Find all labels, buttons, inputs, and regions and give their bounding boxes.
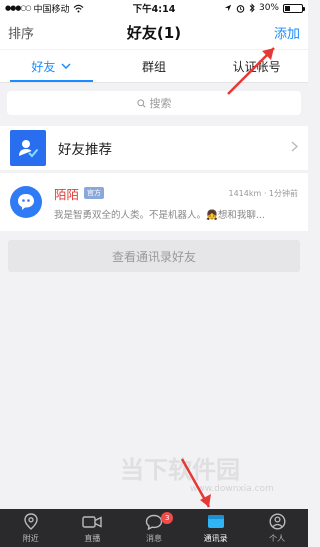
search-area: 搜索	[0, 84, 308, 122]
status-bar: ●●●○○ 中国移动 下午4:14 30%	[0, 0, 308, 16]
status-left: ●●●○○ 中国移动	[5, 2, 224, 15]
alarm-icon	[236, 4, 245, 13]
friend-recommend-icon	[10, 130, 46, 166]
tab-friends[interactable]: 好友	[0, 50, 103, 82]
friend-recommend-label: 好友推荐	[58, 142, 112, 158]
bluetooth-icon	[249, 3, 255, 13]
watermark-logo: 当下软件园	[120, 456, 240, 484]
official-badge: 官方	[84, 187, 105, 199]
contact-name: 陌陌	[54, 186, 80, 202]
bottom-tab-nearby[interactable]: 附近	[0, 509, 62, 547]
bottom-tab-messages[interactable]: 3 消息	[123, 509, 185, 547]
location-pin-icon	[24, 513, 38, 531]
contact-row[interactable]: 陌陌 官方 1414km · 1分钟前 我是智勇双全的人类。不是机器人。👧想和我…	[0, 173, 308, 231]
bottom-tab-live-label: 直播	[84, 533, 101, 543]
tab-bar: 好友 群组 认证帐号	[0, 50, 308, 83]
tab-verified-label: 认证帐号	[232, 59, 281, 74]
bottom-tab-nearby-label: 附近	[22, 533, 39, 543]
search-placeholder: 搜索	[149, 97, 172, 110]
view-address-book-button[interactable]: 查看通讯录好友	[8, 240, 300, 272]
page-title: 好友(1)	[126, 24, 182, 42]
watermark-url: www.downxia.com	[190, 484, 274, 494]
tab-groups-label: 群组	[142, 59, 167, 74]
search-icon	[136, 98, 146, 108]
tab-verified-accounts[interactable]: 认证帐号	[205, 50, 308, 82]
sort-button[interactable]: 排序	[8, 23, 34, 42]
add-button[interactable]: 添加	[274, 23, 300, 42]
battery-fill	[285, 5, 290, 11]
signal-icon: ●●●○○	[5, 4, 32, 12]
bottom-tab-bar: 附近 直播 3 消息 通讯录 个人	[0, 509, 308, 547]
bottom-tab-profile[interactable]: 个人	[246, 509, 308, 547]
bottom-tab-contacts[interactable]: 通讯录	[185, 509, 247, 547]
chevron-right-icon	[291, 140, 299, 156]
tab-friends-label: 好友	[31, 59, 56, 74]
contact-meta: 1414km · 1分钟前	[228, 188, 298, 198]
video-camera-icon	[82, 513, 103, 531]
bottom-tab-contacts-label: 通讯录	[203, 533, 228, 543]
nav-bar: 排序 好友(1) 添加	[0, 16, 308, 49]
battery-percent: 30%	[258, 3, 279, 13]
contact-description: 我是智勇双全的人类。不是机器人。👧想和我聊...	[54, 209, 265, 221]
contact-name-group: 陌陌 官方	[54, 184, 105, 203]
chevron-down-icon	[61, 63, 71, 69]
search-input[interactable]: 搜索	[7, 91, 301, 115]
contact-body: 陌陌 官方 1414km · 1分钟前 我是智勇双全的人类。不是机器人。👧想和我…	[54, 184, 298, 221]
tab-groups[interactable]: 群组	[103, 50, 206, 82]
bottom-tab-live[interactable]: 直播	[62, 509, 124, 547]
person-icon	[269, 513, 286, 531]
momo-avatar	[10, 186, 42, 218]
message-count-badge: 3	[161, 512, 174, 524]
view-all-wrap: 查看通讯录好友	[8, 240, 300, 272]
contact-top-line: 陌陌 官方 1414km · 1分钟前	[54, 184, 298, 203]
wifi-icon	[73, 4, 83, 12]
carrier-label: 中国移动	[33, 4, 70, 15]
status-right: 30%	[224, 3, 305, 13]
battery-icon	[283, 3, 305, 13]
friend-recommend-row[interactable]: 好友推荐	[0, 126, 308, 170]
bottom-tab-messages-label: 消息	[145, 533, 162, 543]
bottom-tab-profile-label: 个人	[269, 533, 286, 543]
contacts-icon	[207, 513, 225, 531]
location-arrow-icon	[224, 4, 232, 12]
